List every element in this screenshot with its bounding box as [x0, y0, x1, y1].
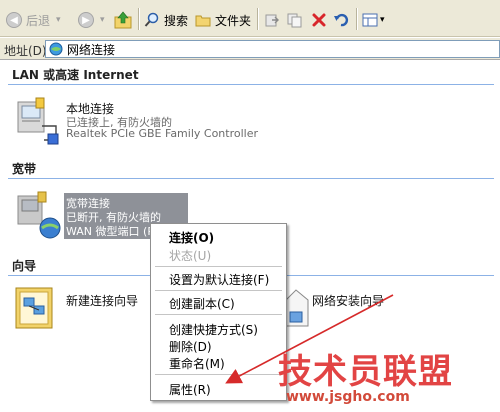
address-label: 地址(D) [4, 44, 47, 58]
network-setup-wizard-icon [285, 289, 309, 327]
up-folder-icon [114, 11, 132, 29]
move-to-button[interactable] [264, 10, 280, 30]
toolbar-separator [138, 8, 140, 30]
up-folder-button[interactable] [114, 10, 132, 30]
new-connection-wizard-label: 新建连接向导 [66, 294, 139, 308]
search-button[interactable]: 搜索 [144, 10, 188, 30]
toolbar-separator [257, 8, 259, 30]
forward-dropdown-icon[interactable]: ▾ [100, 15, 105, 25]
local-connection-device: Realtek PCIe GBE Family Controller [66, 127, 259, 140]
context-menu: 连接(O) 状态(U) 设置为默认连接(F) 创建副本(C) 创建快捷方式(S)… [150, 223, 287, 401]
search-label: 搜索 [164, 13, 189, 28]
address-bar: 地址(D) 网络连接 [0, 38, 500, 60]
copy-to-button[interactable] [287, 10, 303, 30]
section-title-lan: LAN 或高速 Internet [12, 68, 139, 82]
back-label: 后退 [26, 13, 51, 28]
views-dropdown-icon[interactable]: ▾ [380, 15, 385, 25]
new-connection-wizard-icon [15, 287, 53, 329]
back-dropdown-icon[interactable]: ▾ [56, 15, 61, 25]
section-divider [8, 84, 494, 85]
back-arrow-icon: ◀ [6, 12, 22, 28]
section-title-wizard: 向导 [12, 259, 37, 273]
views-grid-icon [362, 13, 378, 27]
forward-arrow-icon: ▶ [78, 12, 94, 28]
folders-button[interactable]: 文件夹 [195, 10, 251, 30]
forward-button[interactable]: ▶ ▾ [78, 10, 105, 30]
menu-item-status: 状态(U) [169, 249, 212, 263]
menu-separator [155, 266, 282, 267]
delete-button[interactable] [311, 10, 327, 30]
menu-item-create-shortcut[interactable]: 创建快捷方式(S) [169, 321, 258, 338]
watermark-logo-text: 技术员联盟 [278, 352, 453, 392]
views-button[interactable]: ▾ [362, 10, 385, 30]
back-button[interactable]: ◀ 后退 ▾ [6, 10, 61, 30]
address-input[interactable]: 网络连接 [45, 40, 500, 58]
menu-item-properties[interactable]: 属性(R) [169, 381, 211, 398]
network-connections-icon [49, 42, 63, 56]
menu-separator [155, 314, 282, 315]
delete-icon [312, 13, 326, 27]
undo-button[interactable] [333, 10, 349, 30]
menu-separator [155, 290, 282, 291]
folder-icon [195, 15, 211, 27]
broadband-computer-icon [17, 191, 61, 239]
folders-label: 文件夹 [215, 13, 252, 28]
toolbar: ◀ 后退 ▾ ▶ ▾ 搜索 文件夹 ▾ [0, 0, 500, 37]
menu-item-delete[interactable]: 删除(D) [169, 338, 212, 355]
search-icon [144, 12, 159, 27]
undo-icon [334, 13, 349, 27]
address-value: 网络连接 [67, 42, 116, 57]
broadband-connection-device: WAN 微型端口 (P [66, 225, 154, 238]
menu-separator [155, 374, 282, 375]
menu-item-set-default[interactable]: 设置为默认连接(F) [169, 271, 269, 288]
watermark-url: www.jsgho.com [286, 389, 410, 405]
section-title-broadband: 宽带 [12, 162, 37, 176]
network-computer-icon [17, 97, 59, 145]
toolbar-separator [356, 8, 358, 30]
menu-item-create-copy[interactable]: 创建副本(C) [169, 295, 235, 312]
menu-item-connect[interactable]: 连接(O) [169, 229, 214, 246]
move-to-icon [265, 14, 279, 27]
network-setup-wizard-label: 网络安装向导 [312, 294, 385, 308]
menu-item-rename[interactable]: 重命名(M) [169, 355, 225, 372]
copy-to-icon [287, 13, 302, 28]
section-divider [8, 178, 494, 179]
